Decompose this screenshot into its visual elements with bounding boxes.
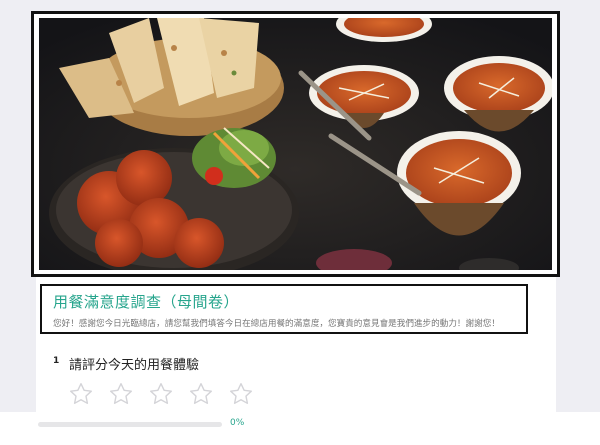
hero-food-photo [39,18,552,270]
food-photo-illustration [39,18,552,270]
star-outline-icon[interactable] [187,381,215,407]
star-outline-icon[interactable] [107,381,135,407]
survey-title: 用餐滿意度調查（母間卷） [53,293,240,311]
survey-description: 您好！感謝您今日光臨總店，請您幫我們填答今日在總店用餐的滿意度，您寶貴的意見會是… [53,319,500,329]
progress-bar [38,422,222,427]
question-text: 請評分今天的用餐體驗 [69,358,200,373]
footer-bar: 0% [0,412,600,445]
star-outline-icon[interactable] [227,381,255,407]
star-outline-icon[interactable] [147,381,175,407]
question-number: 1 [53,356,60,366]
progress-label: 0% [230,418,245,428]
star-rating [67,381,255,407]
hero-image-frame [31,11,560,277]
survey-header: 用餐滿意度調查（母間卷） 您好！感謝您今日光臨總店，請您幫我們填答今日在總店用餐… [40,284,528,334]
star-outline-icon[interactable] [67,381,95,407]
